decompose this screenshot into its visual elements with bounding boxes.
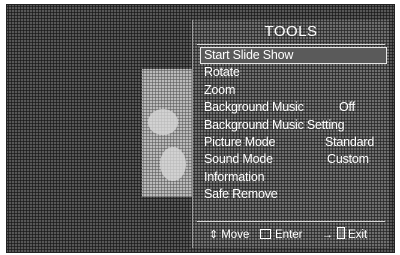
menu-item-list: Start Slide Show Rotate Zoom Background … xyxy=(193,47,389,204)
menu-item-label: Start Slide Show xyxy=(204,48,294,62)
menu-item-background-music-setting[interactable]: Background Music Setting xyxy=(193,117,389,134)
menu-item-value: Off xyxy=(339,100,355,115)
exit-hint: → Exit xyxy=(322,226,367,244)
menu-item-label: Background Music Setting xyxy=(204,117,345,132)
menu-item-sound-mode[interactable]: Sound Mode Custom xyxy=(193,151,389,168)
menu-item-zoom[interactable]: Zoom xyxy=(193,82,389,99)
menu-item-information[interactable]: Information xyxy=(193,169,389,186)
menu-item-label: Background Music xyxy=(204,100,304,115)
menu-item-label: Information xyxy=(204,169,265,184)
menu-item-value: Custom xyxy=(327,152,369,167)
enter-label: Enter xyxy=(275,229,303,241)
menu-item-label: Picture Mode xyxy=(204,134,276,149)
exit-icon xyxy=(337,227,345,239)
menu-item-label: Zoom xyxy=(204,82,236,97)
navigation-hints: ⇕ Move Enter → Exit xyxy=(193,226,389,244)
menu-item-picture-mode[interactable]: Picture Mode Standard xyxy=(193,134,389,151)
menu-item-label: Rotate xyxy=(204,65,240,80)
menu-item-value: Standard xyxy=(325,134,375,149)
enter-hint: Enter xyxy=(260,226,303,244)
menu-item-rotate[interactable]: Rotate xyxy=(193,64,389,81)
move-label: Move xyxy=(221,229,250,241)
divider xyxy=(197,44,385,45)
move-hint: ⇕ Move xyxy=(209,226,249,244)
exit-label: Exit xyxy=(348,229,368,241)
menu-item-start-slide-show[interactable]: Start Slide Show xyxy=(200,47,387,65)
photo-highlight xyxy=(148,109,178,135)
photo-highlight xyxy=(160,147,186,181)
menu-item-label: Sound Mode xyxy=(204,152,273,167)
menu-item-safe-remove[interactable]: Safe Remove xyxy=(193,186,389,203)
up-down-arrows-icon: ⇕ xyxy=(209,229,219,241)
menu-item-label: Safe Remove xyxy=(204,187,278,202)
arrow-right-icon: → xyxy=(322,229,333,241)
menu-title: TOOLS xyxy=(264,23,318,40)
enter-icon xyxy=(260,229,271,239)
divider xyxy=(197,221,385,222)
tv-screen: TOOLS Start Slide Show Rotate Zoom Backg… xyxy=(6,4,395,253)
menu-item-background-music[interactable]: Background Music Off xyxy=(193,99,389,116)
tools-menu: TOOLS Start Slide Show Rotate Zoom Backg… xyxy=(192,20,389,248)
